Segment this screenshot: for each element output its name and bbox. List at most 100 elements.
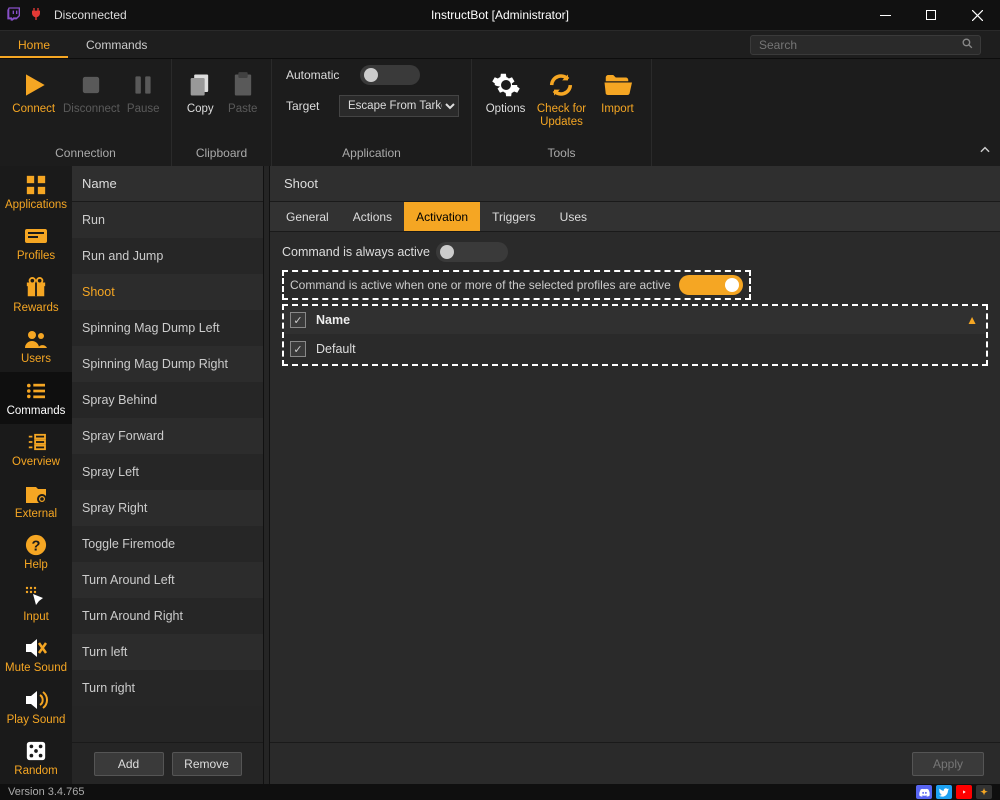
detail-title: Shoot <box>270 166 1000 202</box>
sidebar-item-external[interactable]: External <box>0 475 72 527</box>
apply-button[interactable]: Apply <box>912 752 984 776</box>
sidebar-item-applications[interactable]: Applications <box>0 166 72 218</box>
command-list[interactable]: RunRun and JumpShootSpinning Mag Dump Le… <box>72 202 263 742</box>
command-item[interactable]: Turn Around Right <box>72 598 263 634</box>
external-icon <box>23 482 49 506</box>
profiles-table: Name ▲ Default <box>282 304 988 366</box>
discord-icon[interactable] <box>916 785 932 799</box>
profiles-header-row[interactable]: Name ▲ <box>284 306 986 334</box>
ribbon-collapse-button[interactable] <box>978 143 992 160</box>
ribbon-group-tools: Tools <box>472 146 651 166</box>
dtab-triggers[interactable]: Triggers <box>480 202 548 231</box>
profile-active-label: Command is active when one or more of th… <box>290 278 671 292</box>
command-item[interactable]: Spinning Mag Dump Left <box>72 310 263 346</box>
profiles-select-all[interactable] <box>290 312 306 328</box>
command-item[interactable]: Turn left <box>72 634 263 670</box>
copy-button[interactable]: Copy <box>182 65 219 120</box>
sidebar-item-random[interactable]: Random <box>0 733 72 785</box>
speaker-icon <box>23 688 49 712</box>
cursor-icon <box>23 585 49 609</box>
list-column-header[interactable]: Name <box>72 166 263 202</box>
copy-icon <box>184 69 216 101</box>
detail-tabs: General Actions Activation Triggers Uses <box>270 202 1000 232</box>
twitter-icon[interactable] <box>936 785 952 799</box>
options-button[interactable]: Options <box>482 65 529 120</box>
command-item[interactable]: Run <box>72 202 263 238</box>
users-icon <box>23 327 49 351</box>
dice-icon <box>23 739 49 763</box>
paste-icon <box>227 69 259 101</box>
command-item[interactable]: Spray Right <box>72 490 263 526</box>
minimize-button[interactable] <box>862 0 908 30</box>
twitch-icon <box>6 6 22 25</box>
profile-checkbox[interactable] <box>290 341 306 357</box>
target-select[interactable]: Escape From Tarkov <box>339 95 459 117</box>
ribbon-group-application: Application <box>272 146 471 166</box>
profile-row[interactable]: Default <box>284 334 986 364</box>
command-item[interactable]: Turn right <box>72 670 263 706</box>
sidebar-item-mute-sound[interactable]: Mute Sound <box>0 630 72 682</box>
always-active-label: Command is always active <box>282 245 430 259</box>
tab-home[interactable]: Home <box>0 31 68 58</box>
dtab-actions[interactable]: Actions <box>341 202 404 231</box>
command-item[interactable]: Spray Left <box>72 454 263 490</box>
pause-button: Pause <box>125 65 161 120</box>
tab-commands[interactable]: Commands <box>68 31 165 58</box>
sidebar-item-input[interactable]: Input <box>0 578 72 630</box>
close-button[interactable] <box>954 0 1000 30</box>
dtab-general[interactable]: General <box>274 202 341 231</box>
main: Applications Profiles Rewards Users Comm… <box>0 166 1000 784</box>
automatic-toggle[interactable] <box>360 65 420 85</box>
detail-panel: Shoot General Actions Activation Trigger… <box>270 166 1000 784</box>
profiles-header-name: Name <box>316 313 350 327</box>
sidebar-item-rewards[interactable]: Rewards <box>0 269 72 321</box>
sidebar-item-help[interactable]: ?Help <box>0 527 72 579</box>
command-item[interactable]: Spray Behind <box>72 382 263 418</box>
dtab-uses[interactable]: Uses <box>548 202 599 231</box>
command-item[interactable]: Spinning Mag Dump Right <box>72 346 263 382</box>
command-item[interactable]: Shoot <box>72 274 263 310</box>
remove-button[interactable]: Remove <box>172 752 242 776</box>
youtube-icon[interactable] <box>956 785 972 799</box>
gift-icon <box>23 276 49 300</box>
grid-icon <box>23 173 49 197</box>
titlebar: Disconnected InstructBot [Administrator] <box>0 0 1000 30</box>
ribbon-tabs: Home Commands <box>0 30 1000 58</box>
command-item[interactable]: Run and Jump <box>72 238 263 274</box>
search-box <box>750 31 1000 58</box>
list-icon <box>23 379 49 403</box>
ribbon-group-clipboard: Clipboard <box>172 146 271 166</box>
command-list-panel: Name RunRun and JumpShootSpinning Mag Du… <box>72 166 264 784</box>
version-label: Version 3.4.765 <box>8 786 84 798</box>
connection-status: Disconnected <box>54 8 127 22</box>
add-button[interactable]: Add <box>94 752 164 776</box>
app-tray-icon[interactable]: ✦ <box>976 785 992 799</box>
command-item[interactable]: Spray Forward <box>72 418 263 454</box>
always-active-toggle[interactable] <box>436 242 508 262</box>
refresh-icon <box>545 69 577 101</box>
sidebar-item-play-sound[interactable]: Play Sound <box>0 681 72 733</box>
folder-icon <box>601 69 633 101</box>
command-item[interactable]: Toggle Firemode <box>72 526 263 562</box>
search-input[interactable] <box>750 35 981 55</box>
command-item[interactable]: Turn Around Left <box>72 562 263 598</box>
id-card-icon <box>23 224 49 248</box>
ribbon-group-connection: Connection <box>0 146 171 166</box>
plug-icon <box>28 6 44 25</box>
disconnect-button: Disconnect <box>63 65 119 120</box>
profile-active-toggle[interactable] <box>679 275 743 295</box>
check-updates-button[interactable]: Check for Updates <box>535 65 588 133</box>
sidebar-item-users[interactable]: Users <box>0 321 72 373</box>
sidebar-item-overview[interactable]: Overview <box>0 424 72 476</box>
profile-active-highlight: Command is active when one or more of th… <box>282 270 751 300</box>
dtab-activation[interactable]: Activation <box>404 202 480 231</box>
help-icon: ? <box>23 533 49 557</box>
import-button[interactable]: Import <box>594 65 641 120</box>
connect-button[interactable]: Connect <box>10 65 57 120</box>
automatic-label: Automatic <box>286 68 348 82</box>
sidebar-item-commands[interactable]: Commands <box>0 372 72 424</box>
sort-asc-icon[interactable]: ▲ <box>966 313 978 327</box>
pause-icon <box>127 69 159 101</box>
sidebar-item-profiles[interactable]: Profiles <box>0 218 72 270</box>
maximize-button[interactable] <box>908 0 954 30</box>
